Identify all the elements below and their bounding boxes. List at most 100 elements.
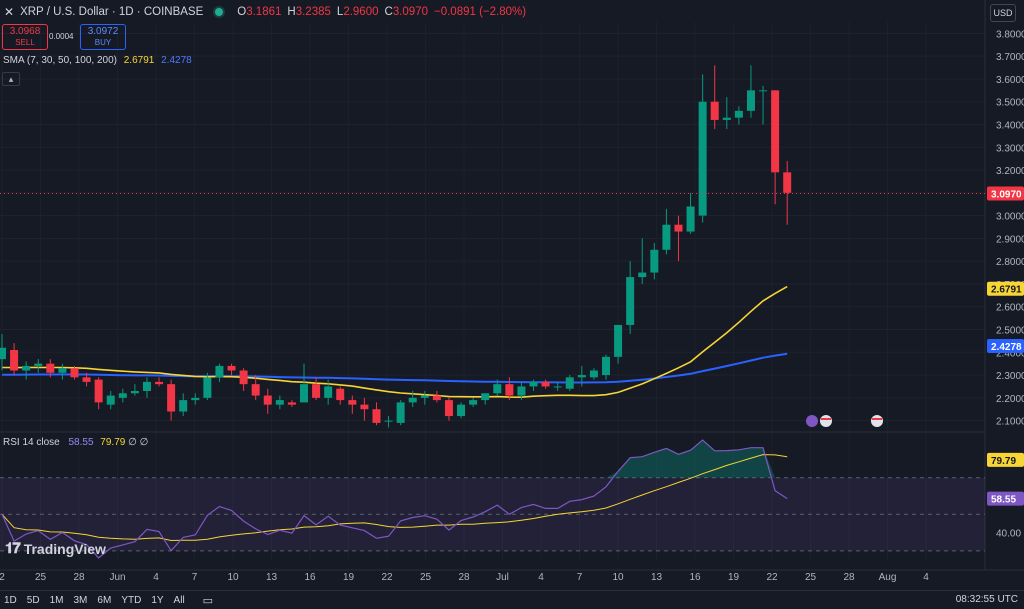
sell-button[interactable]: 3.0968 SELL xyxy=(2,24,48,50)
range-1d[interactable]: 1D xyxy=(4,595,17,606)
close-value: 3.0970 xyxy=(392,6,428,18)
close-symbol-icon[interactable]: ✕ xyxy=(4,5,14,19)
brand-name: TradingView xyxy=(23,540,106,557)
candle-body xyxy=(759,90,768,92)
price-tick-label: 2.6000 xyxy=(996,303,1024,314)
time-tick-label: 25 xyxy=(805,572,817,583)
candle-body xyxy=(565,377,574,389)
candle-body xyxy=(553,386,562,388)
candle-body xyxy=(505,384,514,396)
calendar-icon[interactable]: ▭ xyxy=(203,594,213,607)
chart-header: ✕ XRP / U.S. Dollar · 1D · COINBASE O3.1… xyxy=(4,5,527,19)
candle-body xyxy=(46,363,55,373)
candle-body xyxy=(118,393,127,398)
us-flag-icon-2 xyxy=(871,415,883,427)
candle-body xyxy=(686,206,695,232)
candle-body xyxy=(626,277,635,325)
candle-body xyxy=(34,363,43,366)
us-flag-stripe-icon xyxy=(821,418,831,420)
range-1m[interactable]: 1M xyxy=(50,595,64,606)
candle-body xyxy=(191,397,200,401)
candle-body xyxy=(251,384,260,396)
candle-body xyxy=(602,356,610,376)
range-1y[interactable]: 1Y xyxy=(151,595,163,606)
buy-button[interactable]: 3.0972 BUY xyxy=(80,24,126,50)
rsi-value-badge: 58.55 xyxy=(991,495,1016,506)
range-all[interactable]: All xyxy=(174,595,185,606)
range-3m[interactable]: 3M xyxy=(74,595,88,606)
collapse-legend-icon[interactable]: ▴ xyxy=(2,72,20,86)
candle-body xyxy=(710,101,719,120)
time-tick-label: Jul xyxy=(496,572,509,583)
candle-body xyxy=(130,391,139,394)
price-tick-label: 3.3000 xyxy=(996,143,1024,154)
sma-label: SMA (7, 30, 50, 100, 200) xyxy=(3,55,117,66)
time-tick-label: 4 xyxy=(153,572,159,583)
candle-body xyxy=(541,381,550,387)
candle-body xyxy=(771,90,780,173)
candle-body xyxy=(396,402,405,423)
low-value: 2.9600 xyxy=(343,6,379,18)
candle-body xyxy=(22,365,31,371)
sell-price: 3.0968 xyxy=(9,26,41,37)
currency-label: USD xyxy=(993,8,1013,18)
candle-body xyxy=(324,386,333,398)
symbol-title[interactable]: XRP / U.S. Dollar · 1D · COINBASE xyxy=(20,6,203,18)
candle-body xyxy=(589,370,598,378)
market-status-icon[interactable] xyxy=(215,8,224,16)
price-tick-label: 3.5000 xyxy=(996,98,1024,109)
time-tick-label: 7 xyxy=(192,572,198,583)
candle-body xyxy=(493,384,502,394)
candle-body xyxy=(384,420,393,422)
bottom-toolbar: 1D 5D 1M 3M 6M YTD 1Y All ▭ 08:32:55 UTC xyxy=(0,590,1024,609)
price-tick-label: 2.3000 xyxy=(996,371,1024,382)
price-tick-label: 2.1000 xyxy=(996,417,1024,428)
range-ytd[interactable]: YTD xyxy=(121,595,141,606)
candle-body xyxy=(457,404,466,417)
candle-body xyxy=(70,368,79,378)
range-6m[interactable]: 6M xyxy=(97,595,111,606)
last-price-badge: 3.0970 xyxy=(991,190,1022,201)
rsi-legend[interactable]: RSI 14 close 58.55 79.79 ∅ ∅ xyxy=(3,437,148,448)
candle-body xyxy=(275,400,284,405)
candle-body xyxy=(432,395,441,401)
rsi-ma-badge: 79.79 xyxy=(991,456,1016,467)
time-tick-label: 28 xyxy=(458,572,470,583)
sell-label: SELL xyxy=(15,38,35,47)
candle-body xyxy=(614,324,623,357)
candle-body xyxy=(481,393,490,401)
candle-body xyxy=(58,368,67,373)
price-tick-label: 3.6000 xyxy=(996,75,1024,86)
price-tick-label: 2.2000 xyxy=(996,394,1024,405)
price-tick-label: 3.0000 xyxy=(996,212,1024,223)
candle-body xyxy=(106,395,115,405)
price-tick-label: 2.9000 xyxy=(996,234,1024,245)
sma-yellow-badge: 2.6791 xyxy=(991,285,1022,296)
candle-body xyxy=(10,350,19,371)
rsi-extra: ∅ ∅ xyxy=(128,437,149,448)
candle-body xyxy=(227,365,236,371)
chart-canvas[interactable]: 3.8000 3.7000 3.6000 3.5000 3.4000 3.3000 3.20… xyxy=(0,0,1024,608)
time-tick-label: 19 xyxy=(343,572,355,583)
utc-clock[interactable]: 08:32:55 UTC xyxy=(956,594,1018,605)
open-value: 3.1861 xyxy=(246,6,282,18)
sma-legend[interactable]: SMA (7, 30, 50, 100, 200) 2.6791 2.4278 xyxy=(3,55,192,66)
high-value: 3.2385 xyxy=(295,6,331,18)
us-flag-icon xyxy=(820,415,832,427)
time-tick-label: 22 xyxy=(766,572,778,583)
range-5d[interactable]: 5D xyxy=(27,595,40,606)
time-tick-label: 28 xyxy=(73,572,85,583)
candle-body xyxy=(698,101,707,216)
time-tick-label: 13 xyxy=(651,572,663,583)
tradingview-logo[interactable]: 𝟏𝟕 TradingView xyxy=(5,540,106,557)
candle-body xyxy=(287,402,296,405)
rsi-ma-value: 79.79 xyxy=(100,437,126,448)
candle-body xyxy=(662,224,671,250)
candle-body xyxy=(336,388,345,401)
candle-body xyxy=(529,381,538,387)
candle-body xyxy=(94,379,103,403)
time-tick-label: 19 xyxy=(728,572,740,583)
currency-selector[interactable]: USD xyxy=(990,4,1016,22)
sma-value-2: 2.4278 xyxy=(161,55,192,66)
candle-body xyxy=(215,365,224,378)
